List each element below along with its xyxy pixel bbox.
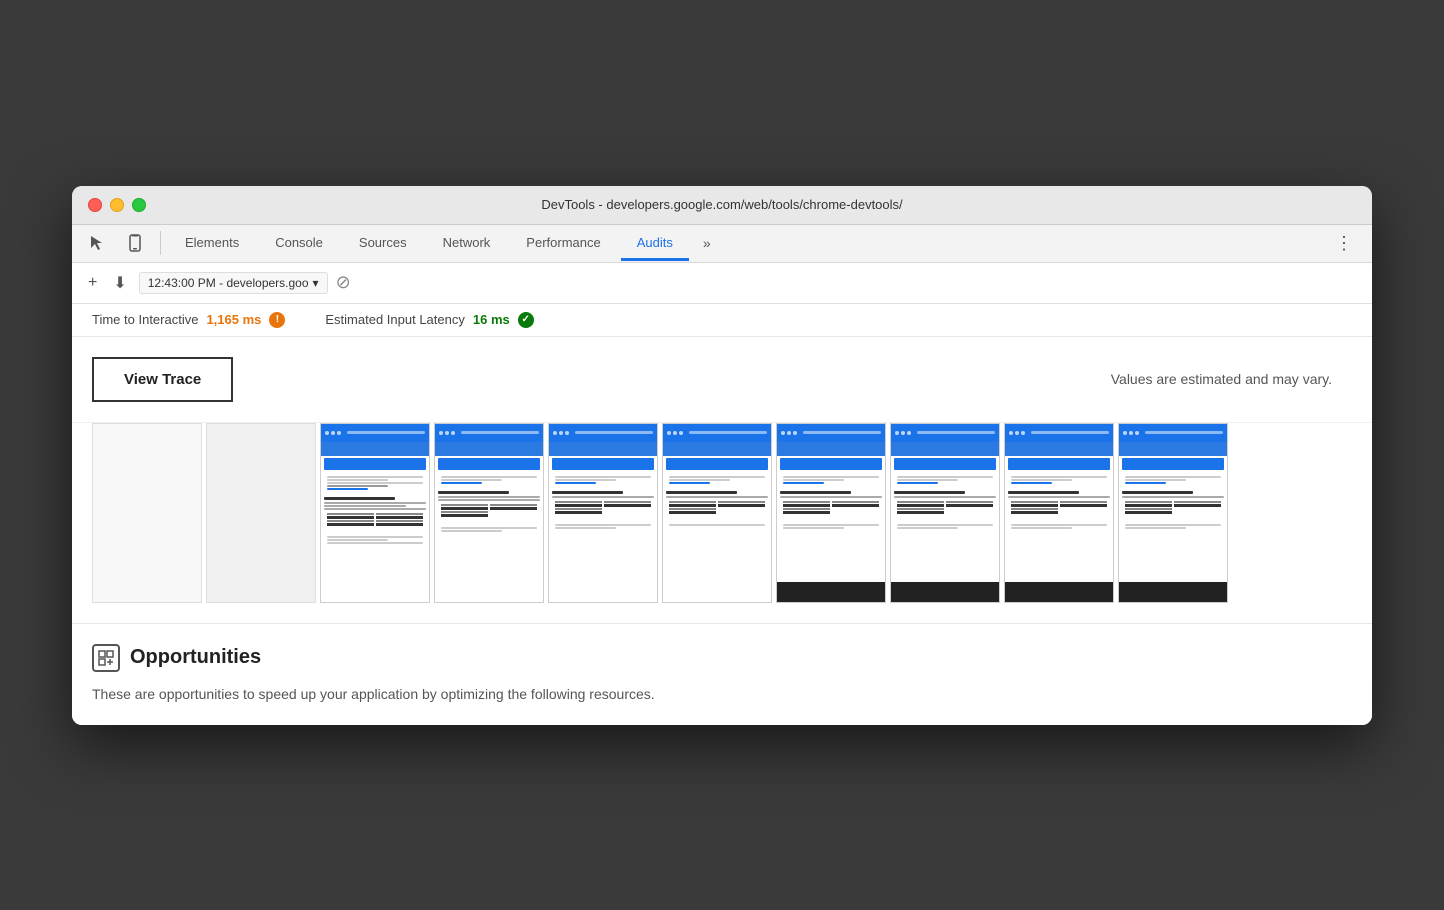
filmstrip-frame-1 [320,423,430,603]
tab-elements[interactable]: Elements [169,227,255,261]
cursor-icon-button[interactable] [80,228,114,258]
devtools-window: DevTools - developers.google.com/web/too… [72,186,1372,725]
filmstrip-frame-7 [1004,423,1114,603]
metrics-bar: Time to Interactive 1,165 ms ! Estimated… [72,304,1372,337]
tabs-more-button[interactable]: » [693,227,721,259]
tti-value: 1,165 ms [206,312,261,327]
traffic-lights [88,198,146,212]
tab-sources[interactable]: Sources [343,227,423,261]
filmstrip-frame-8 [1118,423,1228,603]
add-recording-button[interactable]: + [84,270,101,296]
opportunities-section: Opportunities These are opportunities to… [72,624,1372,725]
mobile-icon-button[interactable] [118,228,152,258]
trace-section: View Trace Values are estimated and may … [72,337,1372,423]
filmstrip-section [72,423,1372,624]
dropdown-value: 12:43:00 PM - developers.goo [148,276,309,290]
eil-value: 16 ms [473,312,510,327]
tab-audits[interactable]: Audits [621,227,689,261]
download-button[interactable]: ⬇ [109,269,130,297]
main-content: Time to Interactive 1,165 ms ! Estimated… [72,304,1372,725]
tti-badge: ! [269,312,285,328]
tab-network[interactable]: Network [427,227,507,261]
opportunities-icon [92,644,120,672]
filmstrip-frame-6 [890,423,1000,603]
opportunities-title: Opportunities [130,646,261,669]
toolbar-divider [160,231,161,255]
filmstrip-frame-5 [776,423,886,603]
filmstrip-frame-2 [434,423,544,603]
eil-label: Estimated Input Latency [325,312,464,327]
close-button[interactable] [88,198,102,212]
title-bar: DevTools - developers.google.com/web/too… [72,186,1372,225]
dropdown-arrow-icon: ▾ [313,276,319,290]
filmstrip [92,423,1352,603]
tab-console[interactable]: Console [259,227,339,261]
filmstrip-frame-3 [548,423,658,603]
tab-performance[interactable]: Performance [510,227,616,261]
ms-header-1 [321,424,429,442]
maximize-button[interactable] [132,198,146,212]
opportunities-description: These are opportunities to speed up your… [92,684,1352,705]
no-entry-icon: ⊘ [336,272,351,293]
metric-time-to-interactive: Time to Interactive 1,165 ms ! [92,312,285,328]
eil-badge: ✓ [518,312,534,328]
filmstrip-frame-empty-2 [206,423,316,603]
metric-input-latency: Estimated Input Latency 16 ms ✓ [325,312,533,328]
devtools-body: Elements Console Sources Network Perform… [72,225,1372,725]
tti-label: Time to Interactive [92,312,198,327]
audit-session-dropdown[interactable]: 12:43:00 PM - developers.goo ▾ [139,272,328,294]
secondary-toolbar: + ⬇ 12:43:00 PM - developers.goo ▾ ⊘ [72,263,1372,304]
view-trace-button[interactable]: View Trace [92,357,233,402]
filmstrip-frame-empty-1 [92,423,202,603]
minimize-button[interactable] [110,198,124,212]
opportunities-header: Opportunities [92,644,1352,672]
filmstrip-frame-4 [662,423,772,603]
tabs-options-button[interactable]: ⋮ [1325,225,1364,262]
toolbar-row: Elements Console Sources Network Perform… [72,225,1372,263]
estimated-note: Values are estimated and may vary. [1111,371,1332,387]
window-title: DevTools - developers.google.com/web/too… [541,197,902,212]
